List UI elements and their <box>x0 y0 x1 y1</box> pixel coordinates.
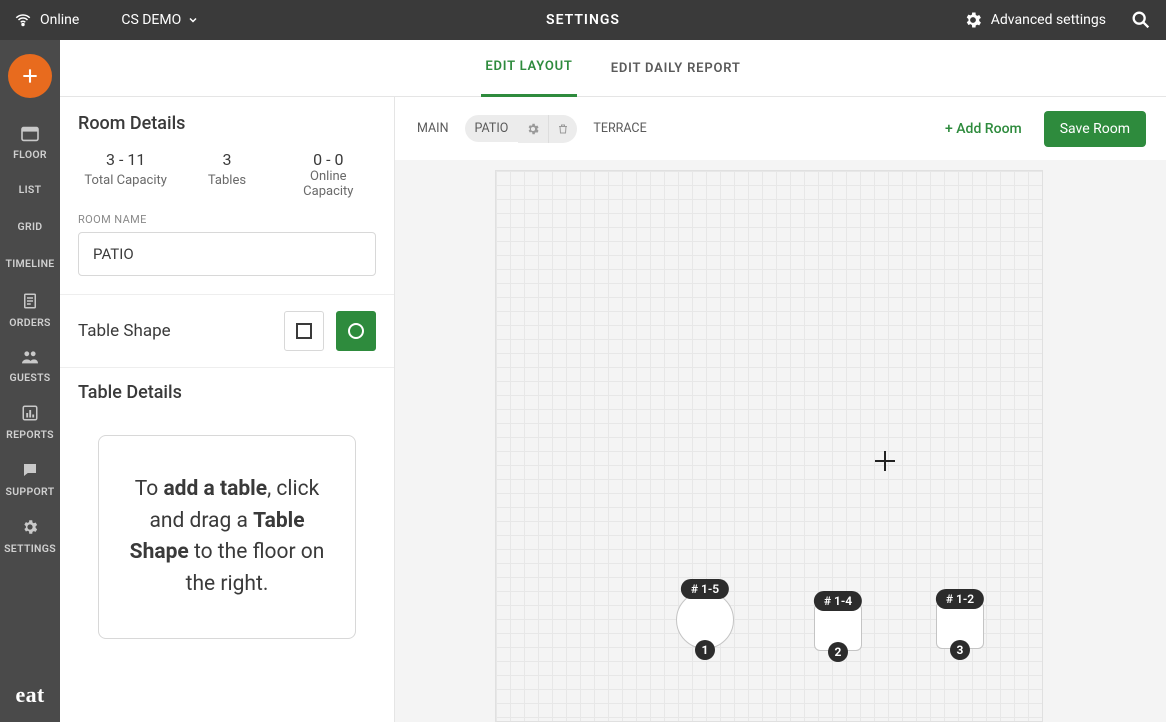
sidebar-item-label: ORDERS <box>9 316 51 329</box>
table-capacity-badge: # 1-5 <box>681 579 729 599</box>
gear-icon <box>963 10 983 30</box>
stat-value: 0 - 0 <box>281 150 376 169</box>
table-number-badge: 1 <box>695 640 715 660</box>
table-number-badge: 2 <box>828 642 848 662</box>
venue-label: CS DEMO <box>121 12 181 28</box>
tab-edit-daily-report[interactable]: EDIT DAILY REPORT <box>607 41 745 96</box>
sidebar-item-grid[interactable]: GRID <box>0 208 60 245</box>
room-details-heading: Room Details <box>60 97 394 144</box>
stat-total-capacity: 3 - 11 Total Capacity <box>78 150 173 199</box>
sidebar-item-label: SUPPORT <box>6 485 55 498</box>
room-name-input[interactable] <box>78 232 376 276</box>
stat-label: Tables <box>179 173 274 188</box>
table-number-badge: 3 <box>950 640 970 660</box>
stat-tables: 3 Tables <box>179 150 274 199</box>
table-details-hint: To add a table, click and drag a Table S… <box>98 435 356 639</box>
stat-label-line1: Online <box>281 169 376 184</box>
floor-grid: # 1-51# 1-42# 1-23 <box>495 170 1043 722</box>
cursor-crosshair <box>873 449 897 473</box>
room-details-panel: Room Details 3 - 11 Total Capacity 3 Tab… <box>60 97 395 722</box>
room-tab-main[interactable]: MAIN <box>415 117 451 140</box>
gear-icon <box>21 518 39 536</box>
brand-logo: eat <box>16 682 45 722</box>
sidebar-item-list[interactable]: LIST <box>0 171 60 208</box>
sidebar-item-timeline[interactable]: TIMELINE <box>0 245 60 282</box>
sidebar-item-support[interactable]: SUPPORT <box>0 451 60 508</box>
main: EDIT LAYOUT EDIT DAILY REPORT Room Detai… <box>60 40 1166 722</box>
table-shape-heading: Table Shape <box>78 321 171 341</box>
stat-label: Total Capacity <box>78 173 173 188</box>
table-details-heading: Table Details <box>60 368 394 413</box>
stat-online-capacity: 0 - 0 Online Capacity <box>281 150 376 199</box>
sidebar-item-label: GUESTS <box>10 371 51 384</box>
sidebar-item-label: REPORTS <box>6 428 54 441</box>
settings-tabs: EDIT LAYOUT EDIT DAILY REPORT <box>60 40 1166 97</box>
stat-label-line2: Capacity <box>281 184 376 199</box>
sidebar-item-reports[interactable]: REPORTS <box>0 394 60 451</box>
circle-icon <box>348 323 364 339</box>
floor-canvas[interactable]: # 1-51# 1-42# 1-23 <box>395 160 1166 722</box>
sidebar: FLOOR LIST GRID TIMELINE ORDERS GUESTS R… <box>0 40 60 722</box>
topbar: Online CS DEMO SETTINGS Advanced setting… <box>0 0 1166 40</box>
add-button[interactable] <box>8 54 52 98</box>
sidebar-item-label: SETTINGS <box>4 542 56 555</box>
room-tab-patio[interactable]: PATIO <box>465 115 578 143</box>
sidebar-item-label: GRID <box>18 220 43 233</box>
floor-table[interactable]: # 1-51 <box>676 591 734 649</box>
room-delete-button[interactable] <box>548 115 577 143</box>
table-capacity-badge: # 1-4 <box>814 591 862 611</box>
app-window-icon <box>20 126 40 142</box>
room-settings-button[interactable] <box>518 115 548 143</box>
save-room-button[interactable]: Save Room <box>1044 111 1146 147</box>
stat-value: 3 - 11 <box>78 150 173 173</box>
search-icon[interactable] <box>1130 9 1152 31</box>
sidebar-item-label: LIST <box>19 183 42 196</box>
sidebar-item-orders[interactable]: ORDERS <box>0 282 60 339</box>
floor-table[interactable]: # 1-23 <box>936 601 984 649</box>
connection-status: Online <box>14 11 79 29</box>
room-tab-label: TERRACE <box>591 117 648 140</box>
table-shape-square[interactable] <box>284 311 324 351</box>
room-name-label: ROOM NAME <box>60 213 394 232</box>
trash-icon <box>557 122 569 136</box>
venue-select[interactable]: CS DEMO <box>121 12 199 28</box>
room-tab-label: PATIO <box>465 115 519 142</box>
room-tabs-bar: MAIN PATIO TERRACE + Add Room Save Room <box>395 97 1166 160</box>
chevron-down-icon <box>187 14 199 26</box>
add-room-button[interactable]: + Add Room <box>937 113 1030 145</box>
room-tab-label: MAIN <box>415 117 451 140</box>
square-icon <box>296 323 312 339</box>
sidebar-item-settings[interactable]: SETTINGS <box>0 508 60 565</box>
tab-edit-layout[interactable]: EDIT LAYOUT <box>481 39 576 97</box>
wifi-icon <box>14 11 32 29</box>
floor-table[interactable]: # 1-42 <box>814 603 862 651</box>
chart-icon <box>21 404 39 422</box>
table-capacity-badge: # 1-2 <box>936 589 984 609</box>
plus-icon <box>20 66 40 86</box>
stat-value: 3 <box>179 150 274 173</box>
sidebar-item-floor[interactable]: FLOOR <box>0 116 60 171</box>
people-icon <box>20 349 40 365</box>
sidebar-item-label: TIMELINE <box>5 257 54 270</box>
room-tab-terrace[interactable]: TERRACE <box>591 117 648 140</box>
advanced-settings-label: Advanced settings <box>991 12 1106 28</box>
receipt-icon <box>21 292 39 310</box>
floor-area: MAIN PATIO TERRACE + Add Room Save Room … <box>395 97 1166 722</box>
gear-icon <box>526 122 540 136</box>
chat-icon <box>21 461 39 479</box>
sidebar-item-guests[interactable]: GUESTS <box>0 339 60 394</box>
table-shape-round[interactable] <box>336 311 376 351</box>
sidebar-item-label: FLOOR <box>13 148 47 161</box>
connection-status-label: Online <box>40 12 79 28</box>
advanced-settings-link[interactable]: Advanced settings <box>963 10 1106 30</box>
